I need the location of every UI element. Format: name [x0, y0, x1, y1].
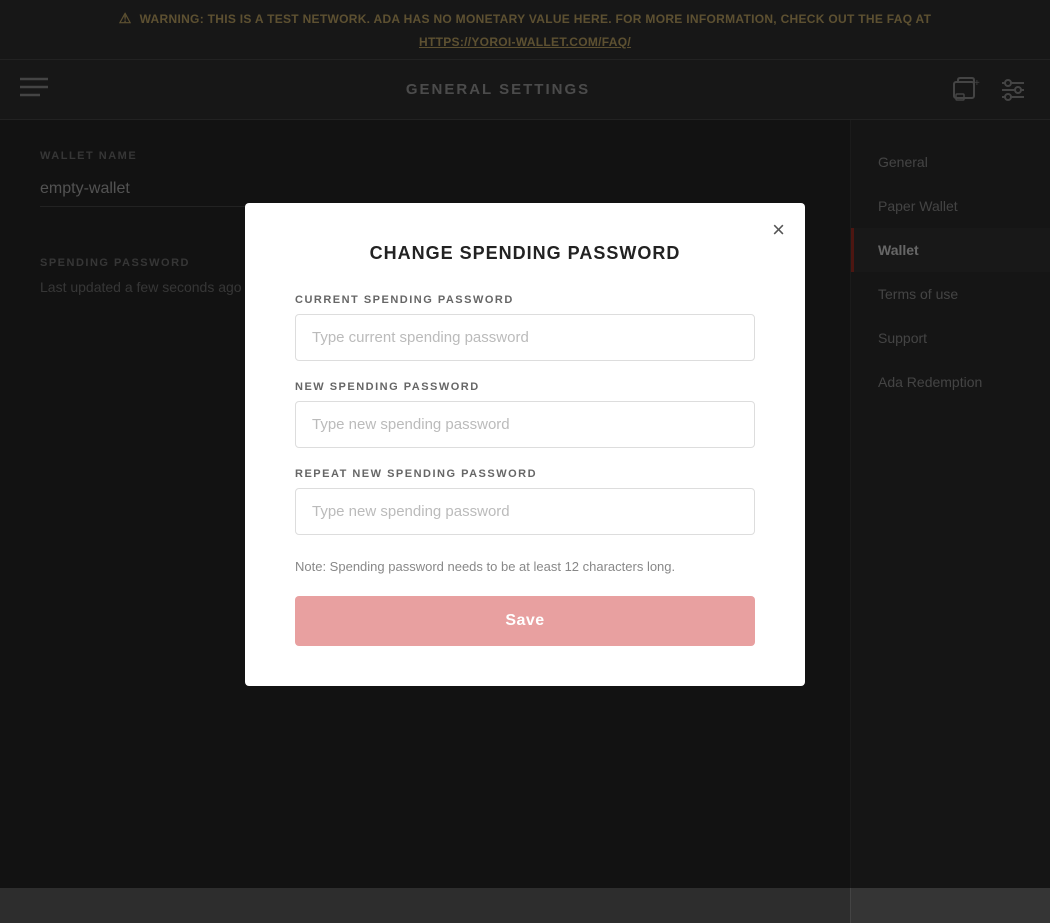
new-password-input[interactable] [295, 401, 755, 448]
save-button[interactable]: Save [295, 596, 755, 646]
new-password-label: NEW SPENDING PASSWORD [295, 381, 755, 393]
password-note: Note: Spending password needs to be at l… [295, 559, 755, 574]
change-password-modal: × CHANGE SPENDING PASSWORD CURRENT SPEND… [245, 203, 805, 686]
current-password-input[interactable] [295, 314, 755, 361]
modal-close-button[interactable]: × [772, 219, 785, 241]
repeat-password-label: REPEAT NEW SPENDING PASSWORD [295, 468, 755, 480]
modal-title: CHANGE SPENDING PASSWORD [295, 243, 755, 264]
current-password-label: CURRENT SPENDING PASSWORD [295, 294, 755, 306]
repeat-password-input[interactable] [295, 488, 755, 535]
modal-overlay: × CHANGE SPENDING PASSWORD CURRENT SPEND… [0, 0, 1050, 888]
